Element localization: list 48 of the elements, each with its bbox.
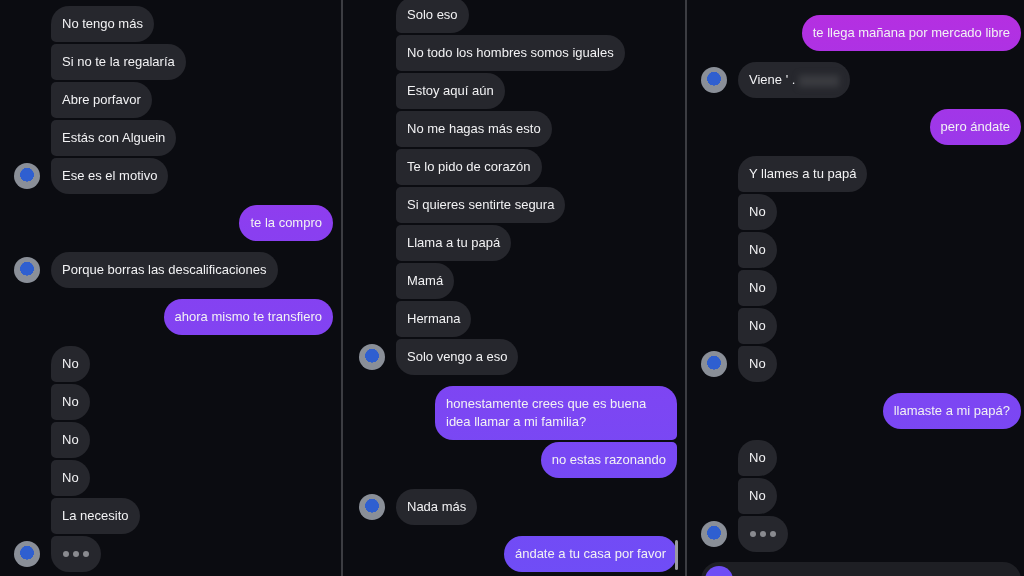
message-bubble: No	[738, 270, 777, 306]
message-bubble: Hermana	[396, 301, 472, 337]
avatar-icon	[14, 257, 40, 283]
message-bubble: Solo eso	[396, 0, 469, 33]
avatar-icon	[359, 344, 385, 370]
avatar-icon	[701, 351, 727, 377]
message-bubble: no estas razonando	[540, 442, 677, 478]
message-bubble: No	[51, 346, 90, 382]
message-bubble: ándate a tu casa por favor	[503, 536, 677, 572]
message-bubble: Si no te la regalaría	[51, 44, 186, 80]
message-bubble: Abre porfavor	[51, 82, 152, 118]
message-bubble: Porque borras las descalificaciones	[51, 252, 278, 288]
message-bubble: llamaste a mi papá?	[882, 393, 1021, 429]
message-bubble: honestamente crees que es buena idea llamar a mi familia?	[435, 386, 677, 440]
message-bubble: pero ándate	[929, 109, 1021, 145]
avatar-icon	[14, 163, 40, 189]
message-bubble: Ese es el motivo	[51, 158, 169, 194]
message-bubble: Solo vengo a eso	[396, 339, 519, 375]
message-bubble: ahora mismo te transfiero	[163, 299, 333, 335]
message-bubble: No	[738, 308, 777, 344]
message-bubble: Y llames a tu papá	[738, 156, 868, 192]
message-bubble: te llega mañana por mercado libre	[801, 15, 1021, 51]
message-bubble: te la compro	[239, 205, 333, 241]
message-bubble: Estoy aquí aún	[396, 73, 505, 109]
message-bubble: Viene ' .	[738, 62, 851, 98]
message-bubble: Te lo pido de corazón	[396, 149, 542, 185]
avatar-icon	[701, 67, 727, 93]
message-bubble: Llama a tu papá	[396, 225, 512, 261]
message-bubble: No tengo más	[51, 6, 154, 42]
message-bubble: Nada más	[396, 489, 478, 525]
avatar-icon	[359, 494, 385, 520]
message-bubble: La necesito	[51, 498, 140, 534]
message-bubble: No	[738, 440, 777, 476]
message-bubble: Si quieres sentirte segura	[396, 187, 566, 223]
message-bubble: No	[738, 232, 777, 268]
message-bubble: No	[51, 422, 90, 458]
message-bubble: No todo los hombres somos iguales	[396, 35, 625, 71]
scrollbar[interactable]	[675, 540, 678, 570]
message-bubble: No	[738, 478, 777, 514]
message-bubble: No	[738, 194, 777, 230]
message-bubble: No me hagas más esto	[396, 111, 552, 147]
avatar-icon	[701, 521, 727, 547]
avatar-icon	[14, 541, 40, 567]
message-bubble: Mamá	[396, 263, 455, 299]
message-bubble: Estás con Alguein	[51, 120, 177, 156]
message-bubble: No	[738, 346, 777, 382]
message-bubble: No	[51, 384, 90, 420]
message-bubble: No	[51, 460, 90, 496]
